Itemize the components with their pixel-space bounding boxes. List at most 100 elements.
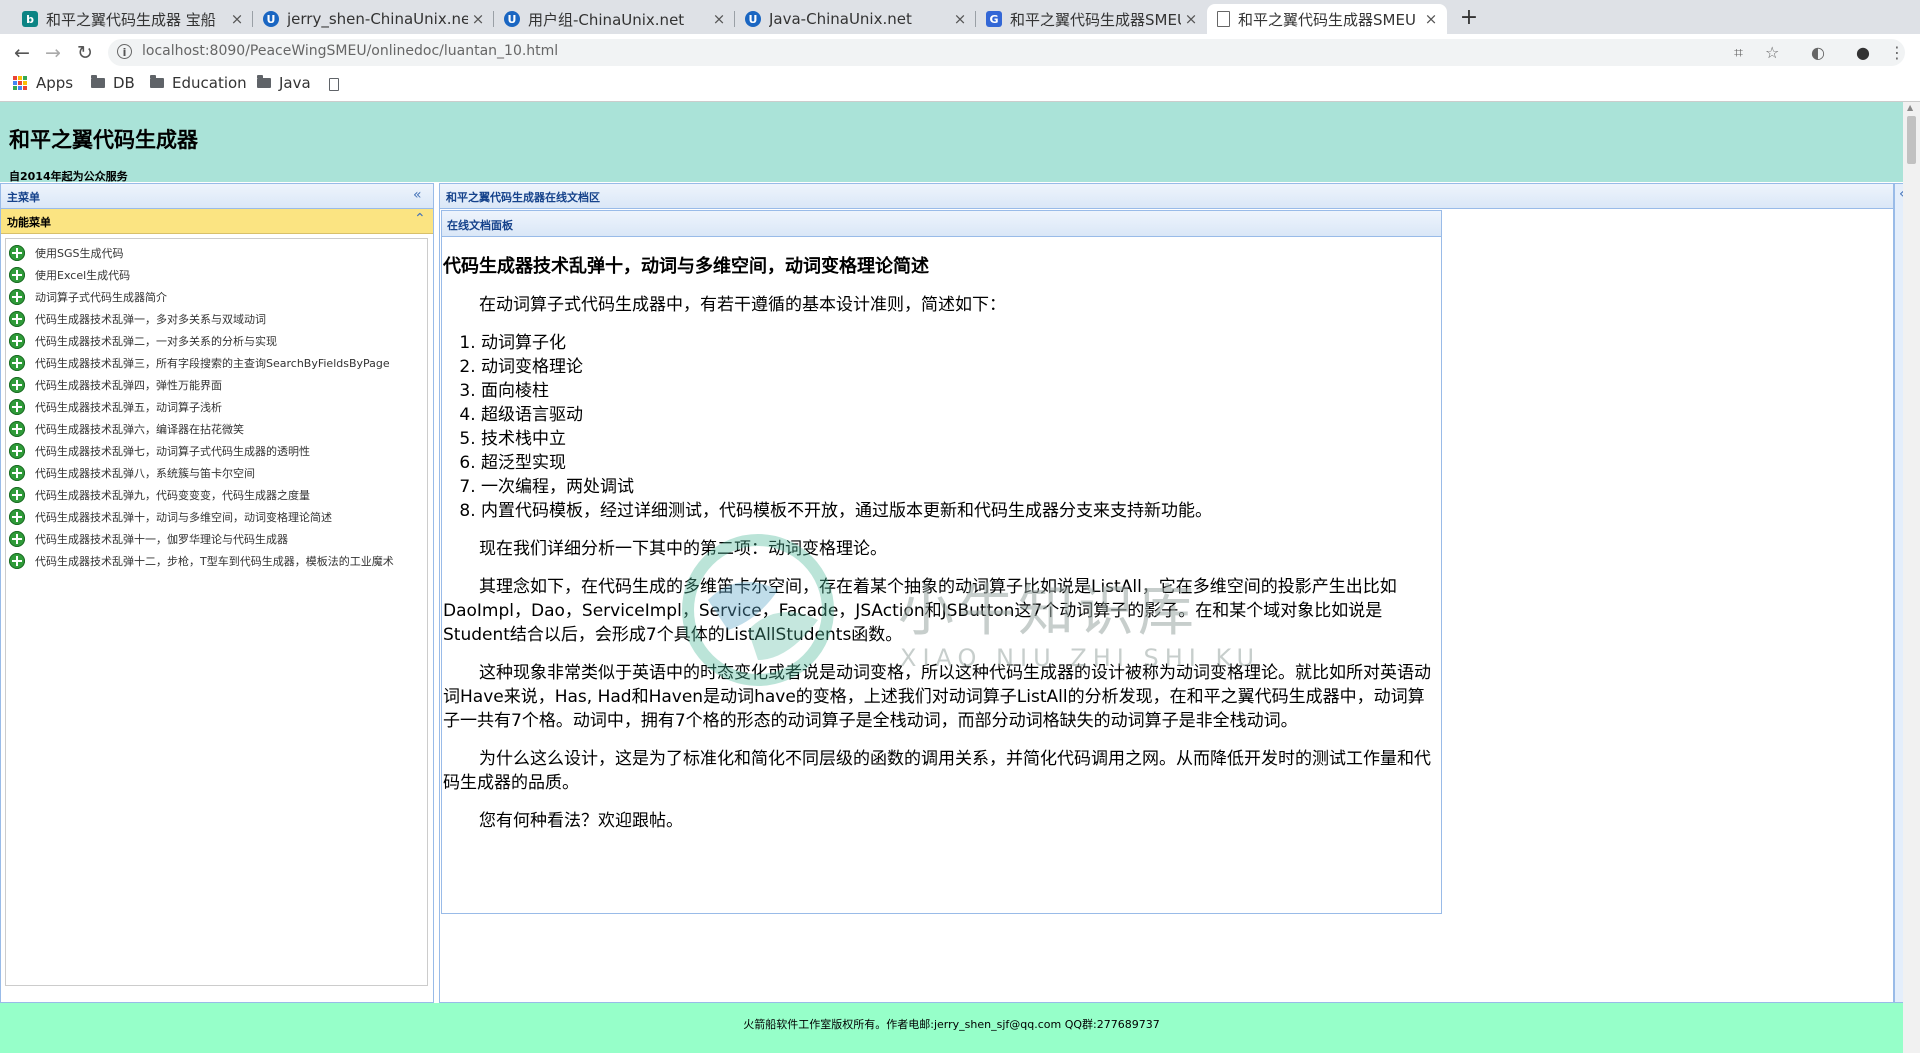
menu-item-label: 代码生成器技术乱弹一，多对多关系与双域动词 xyxy=(35,313,266,326)
green-plus-icon xyxy=(9,377,25,393)
menu-item[interactable]: 代码生成器技术乱弹十，动词与多维空间，动词变格理论简述 xyxy=(6,506,427,528)
reload-icon[interactable]: ↻ xyxy=(72,40,98,66)
browser-tab[interactable]: U 用户组-ChinaUnix.net × xyxy=(494,4,735,34)
article-intro: 在动词算子式代码生成器中，有若干遵循的基本设计准则，简述如下： xyxy=(479,295,1006,315)
bookmark-label: DB xyxy=(113,74,135,92)
article-title: 代码生成器技术乱弹十，动词与多维空间，动词变格理论简述 xyxy=(443,256,929,277)
bing-icon: b xyxy=(22,11,38,27)
menu-dots-icon[interactable]: ⋮ xyxy=(1889,43,1905,62)
menu-item[interactable]: 代码生成器技术乱弹六，编译器在拈花微笑 xyxy=(6,418,427,440)
bookmark-folder-education[interactable]: Education xyxy=(150,74,247,92)
menu-item-label: 代码生成器技术乱弹四，弹性万能界面 xyxy=(35,379,222,392)
apps-grid-icon xyxy=(13,76,27,90)
west-menu-panel: 主菜单 « 功能菜单 ⌃ 使用SGS生成代码 使用Excel生成代码 动词算子式… xyxy=(0,183,434,1003)
collapse-left-icon[interactable]: « xyxy=(413,187,422,203)
close-tab-icon[interactable]: × xyxy=(950,10,970,28)
bookmark-folder-db[interactable]: DB xyxy=(91,74,135,92)
menu-item[interactable]: 代码生成器技术乱弹八，系统簇与笛卡尔空间 xyxy=(6,462,427,484)
bookmark-label: Apps xyxy=(36,74,74,92)
folder-icon xyxy=(91,75,105,88)
page-viewport: 和平之翼代码生成器 自2014年起为公众服务 主菜单 « 功能菜单 ⌃ 使用SG… xyxy=(0,102,1920,1053)
forward-arrow-icon[interactable]: → xyxy=(40,40,66,66)
principle-item: 超级语言驱动 xyxy=(481,403,1441,427)
browser-tab[interactable]: b 和平之翼代码生成器 宝船 × xyxy=(12,4,253,34)
article-body: 代码生成器技术乱弹十，动词与多维空间，动词变格理论简述 在动词算子式代码生成器中… xyxy=(442,255,1441,833)
principles-list: 动词算子化 动词变格理论 面向棱柱 超级语言驱动 技术栈中立 超泛型实现 一次编… xyxy=(443,331,1441,523)
article-paragraph: 现在我们详细分析一下其中的第二项：动词变格理论。 xyxy=(479,539,887,559)
menu-item[interactable]: 使用Excel生成代码 xyxy=(6,264,427,286)
browser-tab-active[interactable]: 和平之翼代码生成器SMEU × xyxy=(1207,4,1447,34)
menu-item[interactable]: 代码生成器技术乱弹十一，伽罗华理论与代码生成器 xyxy=(6,528,427,550)
principle-item: 技术栈中立 xyxy=(481,427,1441,451)
center-panel-header: 和平之翼代码生成器在线文档区 xyxy=(440,184,1893,209)
menu-item[interactable]: 代码生成器技术乱弹十二，步枪，T型车到代码生成器，模板法的工业魔术 xyxy=(6,550,427,572)
bookmark-star-icon[interactable]: ☆ xyxy=(1765,43,1779,62)
menu-item[interactable]: 代码生成器技术乱弹二，一对多关系的分析与实现 xyxy=(6,330,427,352)
green-plus-icon xyxy=(9,399,25,415)
chinaunix-icon: U xyxy=(745,11,761,27)
bookmark-label: Education xyxy=(172,74,247,92)
green-plus-icon xyxy=(9,531,25,547)
tab-title: 和平之翼代码生成器SMEU xyxy=(1238,10,1416,29)
close-tab-icon[interactable]: × xyxy=(1421,10,1441,28)
menu-item[interactable]: 使用SGS生成代码 xyxy=(6,242,427,264)
bookmarks-bar: Apps DB Education Java xyxy=(0,70,1920,102)
page-scrollbar[interactable]: ▲ xyxy=(1903,102,1920,1053)
bookmark-page[interactable] xyxy=(329,78,339,91)
close-tab-icon[interactable]: × xyxy=(1181,10,1201,28)
extension-icon[interactable]: ◐ xyxy=(1811,43,1825,62)
menu-item-label: 代码生成器技术乱弹二，一对多关系的分析与实现 xyxy=(35,335,277,348)
menu-item[interactable]: 代码生成器技术乱弹三，所有字段搜索的主查询SearchByFieldsByPag… xyxy=(6,352,427,374)
footer-text: 火箭船软件工作室版权所有。作者电邮:jerry_shen_sjf@qq.com … xyxy=(743,1018,1160,1031)
collapse-up-icon[interactable]: ⌃ xyxy=(414,211,426,227)
scrollbar-thumb[interactable] xyxy=(1907,116,1916,164)
url-text[interactable]: localhost:8090/PeaceWingSMEU/onlinedoc/l… xyxy=(142,43,558,59)
doc-panel-title: 在线文档面板 xyxy=(447,219,513,232)
menu-item-label: 使用SGS生成代码 xyxy=(35,247,124,260)
close-tab-icon[interactable]: × xyxy=(227,10,247,28)
function-menu-header[interactable]: 功能菜单 ⌃ xyxy=(1,209,433,234)
back-arrow-icon[interactable]: ← xyxy=(9,40,35,66)
article-paragraph: 为什么这么设计，这是为了标准化和简化不同层级的函数的调用关系，并简化代码调用之网… xyxy=(443,749,1431,793)
menu-item[interactable]: 代码生成器技术乱弹九，代码变变变，代码生成器之度量 xyxy=(6,484,427,506)
address-bar[interactable]: i localhost:8090/PeaceWingSMEU/onlinedoc… xyxy=(108,39,1905,66)
tab-title: 用户组-ChinaUnix.net xyxy=(528,10,685,29)
green-plus-icon xyxy=(9,267,25,283)
menu-item[interactable]: 代码生成器技术乱弹五，动词算子浅析 xyxy=(6,396,427,418)
green-plus-icon xyxy=(9,553,25,569)
function-menu-title: 功能菜单 xyxy=(7,216,51,229)
site-title: 和平之翼代码生成器 xyxy=(9,128,198,152)
menu-item-label: 代码生成器技术乱弹十二，步枪，T型车到代码生成器，模板法的工业魔术 xyxy=(35,555,394,568)
west-panel-header: 主菜单 « xyxy=(1,184,433,209)
principle-item: 动词算子化 xyxy=(481,331,1441,355)
scroll-up-arrow-icon[interactable]: ▲ xyxy=(1907,103,1913,112)
bookmark-label: Java xyxy=(279,74,311,92)
profile-icon[interactable]: ● xyxy=(1856,43,1870,62)
close-tab-icon[interactable]: × xyxy=(709,10,729,28)
menu-item-label: 动词算子式代码生成器简介 xyxy=(35,291,167,304)
info-icon[interactable]: i xyxy=(117,44,132,59)
browser-tab[interactable]: U jerry_shen-ChinaUnix.net × xyxy=(253,4,494,34)
new-tab-button[interactable]: + xyxy=(1456,5,1482,31)
folder-icon xyxy=(257,75,271,88)
menu-item-label: 代码生成器技术乱弹九，代码变变变，代码生成器之度量 xyxy=(35,489,310,502)
translate-icon[interactable]: ⌗ xyxy=(1734,43,1743,63)
close-tab-icon[interactable]: × xyxy=(468,10,488,28)
menu-item[interactable]: 动词算子式代码生成器简介 xyxy=(6,286,427,308)
menu-item[interactable]: 代码生成器技术乱弹一，多对多关系与双域动词 xyxy=(6,308,427,330)
article-paragraph: 您有何种看法？欢迎跟帖。 xyxy=(479,811,683,831)
site-header: 和平之翼代码生成器 自2014年起为公众服务 xyxy=(0,102,1903,183)
menu-item[interactable]: 代码生成器技术乱弹七，动词算子式代码生成器的透明性 xyxy=(6,440,427,462)
green-plus-icon xyxy=(9,245,25,261)
browser-tab[interactable]: G 和平之翼代码生成器SMEU × xyxy=(976,4,1207,34)
bookmark-folder-java[interactable]: Java xyxy=(257,74,311,92)
green-plus-icon xyxy=(9,311,25,327)
green-plus-icon xyxy=(9,355,25,371)
browser-tab[interactable]: U Java-ChinaUnix.net × xyxy=(735,4,976,34)
menu-item-label: 代码生成器技术乱弹五，动词算子浅析 xyxy=(35,401,222,414)
chinaunix-icon: U xyxy=(263,11,279,27)
bookmark-apps[interactable]: Apps xyxy=(13,74,73,92)
menu-item[interactable]: 代码生成器技术乱弹四，弹性万能界面 xyxy=(6,374,427,396)
green-plus-icon xyxy=(9,421,25,437)
green-plus-icon xyxy=(9,509,25,525)
